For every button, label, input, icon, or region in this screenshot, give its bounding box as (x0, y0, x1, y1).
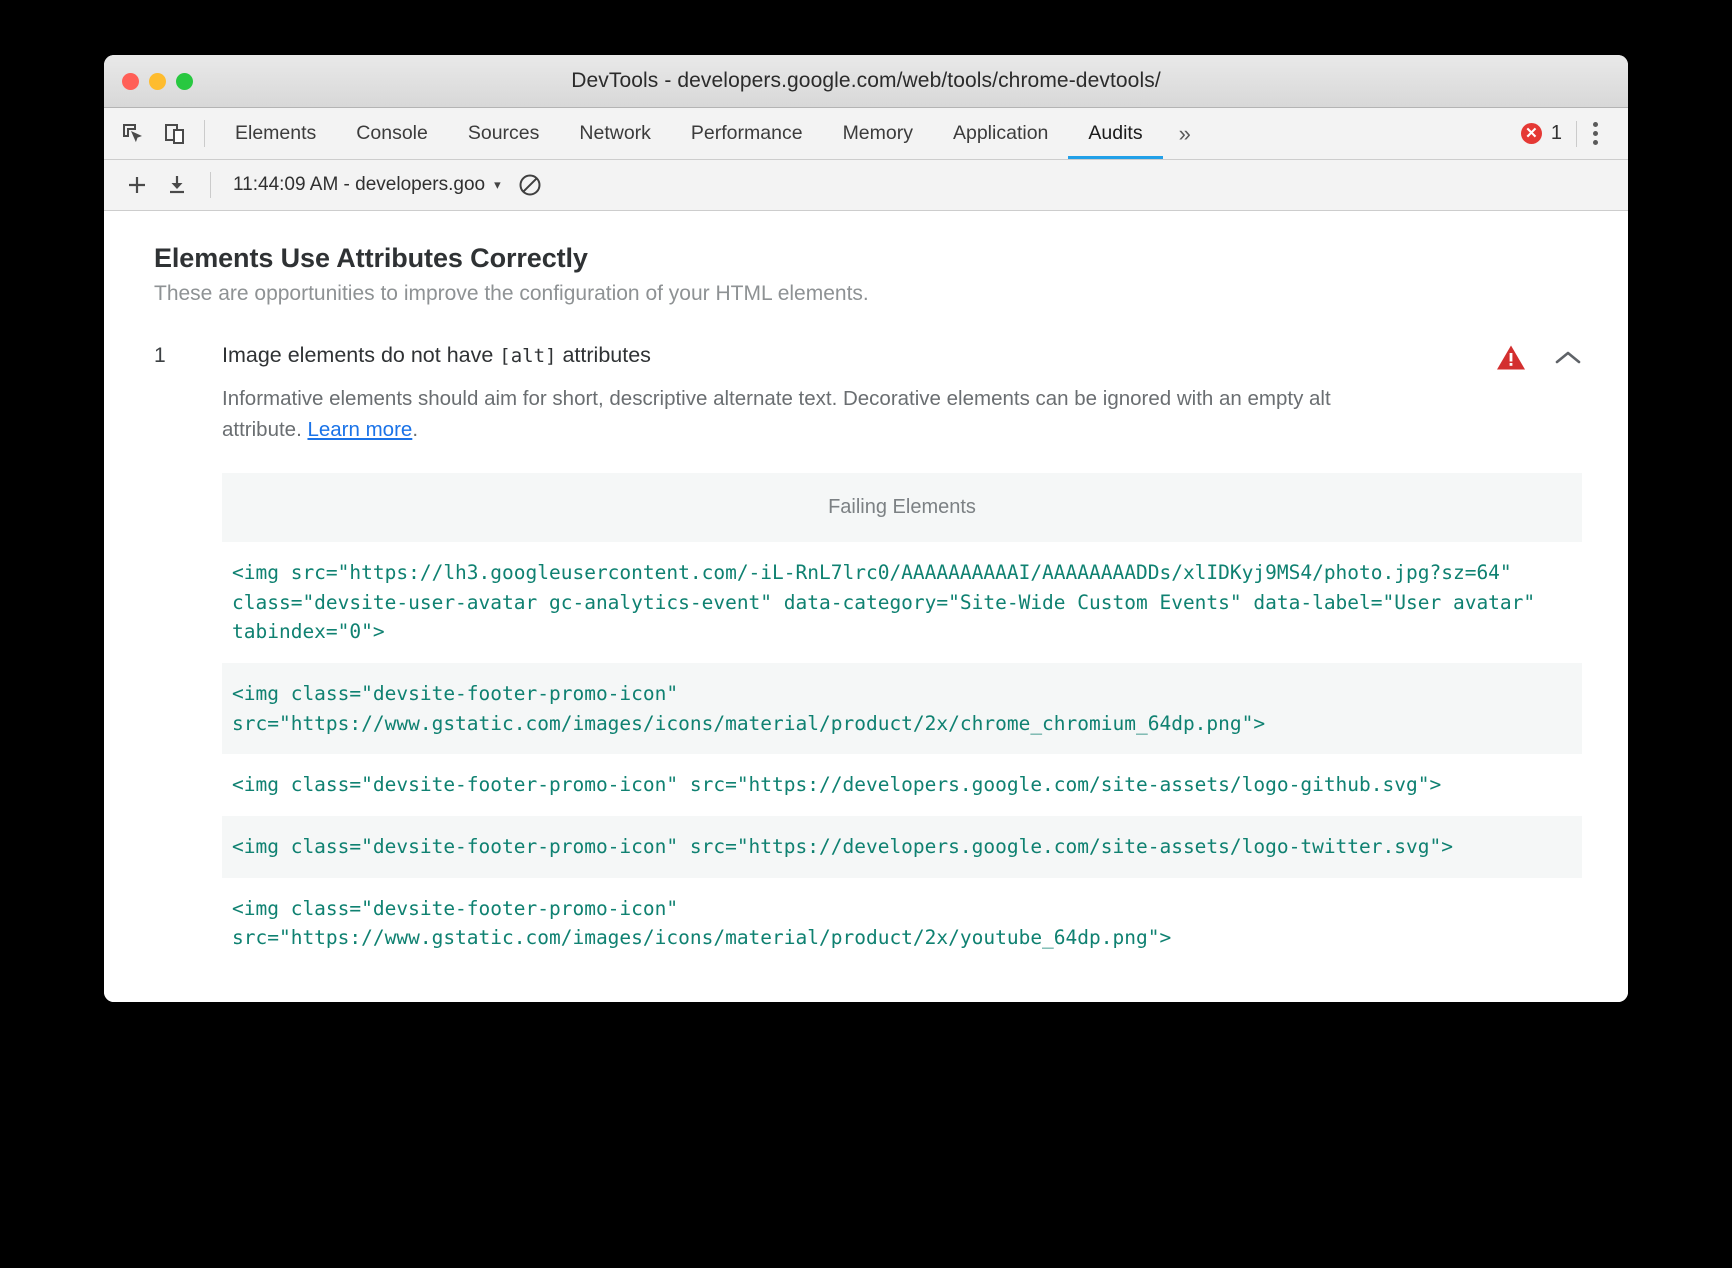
window-titlebar: DevTools - developers.google.com/web/too… (104, 55, 1628, 108)
more-tabs-label: » (1178, 120, 1191, 146)
failing-elements-header: Failing Elements (222, 473, 1582, 543)
audit-index: 1 (154, 344, 166, 367)
audit-status-icons (1478, 342, 1582, 376)
devtools-window: DevTools - developers.google.com/web/too… (104, 55, 1628, 1002)
audit-item-main: Image elements do not have [alt] attribu… (222, 342, 1478, 383)
failing-element-row: <img class="devsite-footer-promo-icon" s… (222, 815, 1582, 878)
tab-label: Network (579, 122, 651, 144)
audits-subtoolbar: 11:44:09 AM - developers.goo ▾ (104, 160, 1628, 211)
audit-description-after: . (412, 418, 419, 442)
warning-triangle-icon (1496, 344, 1526, 376)
error-badge[interactable]: ✕ 1 (1507, 122, 1576, 145)
tab-console[interactable]: Console (336, 108, 448, 159)
audit-title[interactable]: Image elements do not have [alt] attribu… (222, 342, 1478, 369)
learn-more-link[interactable]: Learn more (307, 418, 412, 441)
window-title: DevTools - developers.google.com/web/too… (571, 69, 1161, 92)
audit-item-header: 1 Image elements do not have [alt] attri… (154, 342, 1582, 383)
inspect-element-icon[interactable] (118, 119, 148, 149)
page-subtitle: These are opportunities to improve the c… (154, 282, 869, 305)
audit-title-before: Image elements do not have (222, 343, 500, 367)
tab-application[interactable]: Application (933, 108, 1068, 159)
audit-title-after: attributes (556, 343, 651, 367)
kebab-dot (1593, 122, 1598, 127)
subtoolbar-divider (210, 172, 211, 198)
audit-run-label: 11:44:09 AM - developers.goo (233, 174, 486, 195)
tool-icons-group (118, 108, 204, 159)
close-window-button[interactable] (122, 72, 139, 90)
tab-label: Memory (842, 122, 913, 144)
tab-network[interactable]: Network (559, 108, 671, 159)
tab-label: Elements (235, 122, 317, 144)
failing-element-row: <img src="https://lh3.googleusercontent.… (222, 542, 1582, 664)
traffic-light-group (104, 72, 193, 90)
tabbar-right-group: ✕ 1 (1507, 108, 1628, 159)
audit-title-code: [alt] (499, 345, 557, 367)
more-tabs-icon[interactable]: » (1163, 108, 1207, 159)
failing-element-row: <img class="devsite-footer-promo-icon" s… (222, 663, 1582, 755)
failing-element-row: <img class="devsite-footer-promo-icon" s… (222, 877, 1582, 969)
error-count: 1 (1550, 122, 1562, 144)
download-report-button[interactable] (162, 170, 192, 200)
audit-description: Informative elements should aim for shor… (222, 383, 1402, 445)
error-circle-icon: ✕ (1520, 123, 1542, 144)
failing-element-row: <img class="devsite-footer-promo-icon" s… (222, 754, 1582, 816)
tab-label: Application (952, 122, 1049, 144)
chevron-down-icon: ▾ (494, 177, 501, 192)
minimize-window-button[interactable] (149, 72, 166, 90)
audit-detail-panel: Informative elements should aim for shor… (154, 383, 1582, 969)
audit-run-selector[interactable]: 11:44:09 AM - developers.goo ▾ (229, 171, 505, 199)
tab-memory[interactable]: Memory (823, 108, 933, 159)
kebab-dot (1593, 140, 1598, 145)
new-audit-button[interactable] (122, 170, 152, 200)
kebab-menu-icon[interactable] (1576, 120, 1614, 147)
maximize-window-button[interactable] (176, 72, 193, 90)
tab-elements[interactable]: Elements (215, 108, 336, 159)
audit-report-body: Elements Use Attributes Correctly These … (104, 211, 1628, 1002)
panel-tabs: Elements Console Sources Network Perform… (215, 108, 1507, 159)
tab-label: Sources (467, 122, 540, 144)
toolbar-divider (204, 120, 205, 147)
tab-audits[interactable]: Audits (1068, 108, 1163, 159)
tab-label: Audits (1088, 122, 1143, 144)
page-title: Elements Use Attributes Correctly (154, 243, 588, 273)
tab-performance[interactable]: Performance (671, 108, 823, 159)
devtools-tabbar: Elements Console Sources Network Perform… (104, 108, 1628, 160)
chevron-up-icon[interactable] (1554, 348, 1582, 373)
tab-label: Console (356, 122, 428, 144)
kebab-dot (1593, 131, 1598, 136)
no-entry-icon[interactable] (515, 170, 545, 200)
device-toolbar-icon[interactable] (160, 119, 190, 149)
tab-sources[interactable]: Sources (448, 108, 560, 159)
tab-label: Performance (690, 122, 803, 144)
